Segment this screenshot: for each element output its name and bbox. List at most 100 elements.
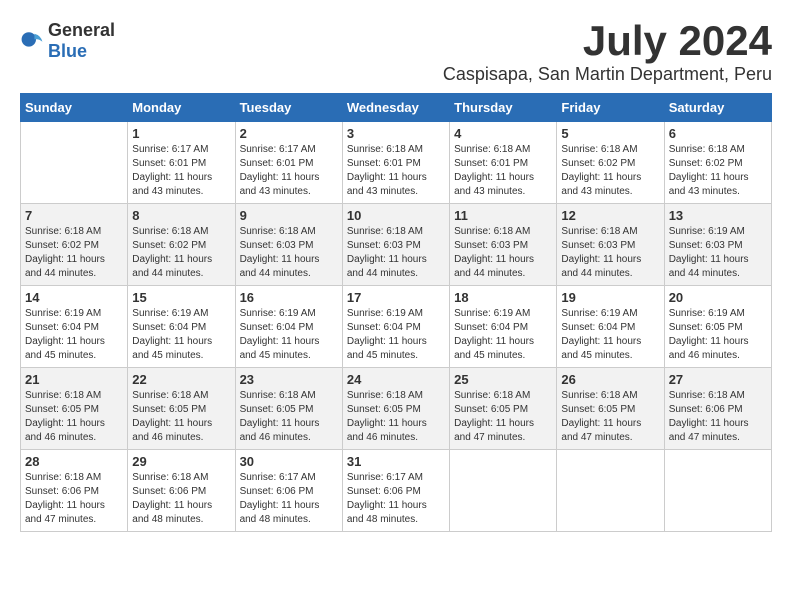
page-header: General Blue July 2024 Caspisapa, San Ma… xyxy=(20,20,772,85)
day-number: 15 xyxy=(132,290,230,305)
day-number: 11 xyxy=(454,208,552,223)
day-info: Sunrise: 6:18 AM Sunset: 6:05 PM Dayligh… xyxy=(561,389,659,445)
day-info: Sunrise: 6:19 AM Sunset: 6:04 PM Dayligh… xyxy=(347,307,445,363)
header-saturday: Saturday xyxy=(664,94,771,122)
day-number: 27 xyxy=(669,372,767,387)
day-info: Sunrise: 6:19 AM Sunset: 6:04 PM Dayligh… xyxy=(25,307,123,363)
day-cell: 22 Sunrise: 6:18 AM Sunset: 6:05 PM Dayli… xyxy=(128,368,235,450)
calendar-header: SundayMondayTuesdayWednesdayThursdayFrid… xyxy=(21,94,772,122)
day-number: 18 xyxy=(454,290,552,305)
day-cell: 19 Sunrise: 6:19 AM Sunset: 6:04 PM Dayli… xyxy=(557,286,664,368)
day-cell xyxy=(450,450,557,532)
day-number: 13 xyxy=(669,208,767,223)
day-info: Sunrise: 6:19 AM Sunset: 6:03 PM Dayligh… xyxy=(669,225,767,281)
day-cell: 6 Sunrise: 6:18 AM Sunset: 6:02 PM Daylig… xyxy=(664,122,771,204)
day-info: Sunrise: 6:19 AM Sunset: 6:04 PM Dayligh… xyxy=(454,307,552,363)
day-cell: 30Sunrise: 6:17 AM Sunset: 6:06 PM Dayli… xyxy=(235,450,342,532)
day-cell: 10 Sunrise: 6:18 AM Sunset: 6:03 PM Dayli… xyxy=(342,204,449,286)
day-number: 19 xyxy=(561,290,659,305)
day-info: Sunrise: 6:18 AM Sunset: 6:03 PM Dayligh… xyxy=(240,225,338,281)
day-info: Sunrise: 6:19 AM Sunset: 6:04 PM Dayligh… xyxy=(240,307,338,363)
logo-blue: Blue xyxy=(48,41,87,61)
day-info: Sunrise: 6:18 AM Sunset: 6:03 PM Dayligh… xyxy=(347,225,445,281)
day-number: 26 xyxy=(561,372,659,387)
day-info: Sunrise: 6:18 AM Sunset: 6:06 PM Dayligh… xyxy=(132,471,230,527)
day-cell: 8 Sunrise: 6:18 AM Sunset: 6:02 PM Daylig… xyxy=(128,204,235,286)
day-number: 5 xyxy=(561,126,659,141)
day-info: Sunrise: 6:18 AM Sunset: 6:05 PM Dayligh… xyxy=(132,389,230,445)
day-cell: 28 Sunrise: 6:18 AM Sunset: 6:06 PM Dayli… xyxy=(21,450,128,532)
day-number: 25 xyxy=(454,372,552,387)
day-number: 9 xyxy=(240,208,338,223)
day-cell: 17Sunrise: 6:19 AM Sunset: 6:04 PM Dayli… xyxy=(342,286,449,368)
calendar-body: 1 Sunrise: 6:17 AM Sunset: 6:01 PM Daylig… xyxy=(21,122,772,532)
day-cell xyxy=(557,450,664,532)
day-number: 3 xyxy=(347,126,445,141)
day-number: 4 xyxy=(454,126,552,141)
day-cell: 24 Sunrise: 6:18 AM Sunset: 6:05 PM Dayli… xyxy=(342,368,449,450)
day-cell: 5 Sunrise: 6:18 AM Sunset: 6:02 PM Daylig… xyxy=(557,122,664,204)
day-number: 24 xyxy=(347,372,445,387)
day-info: Sunrise: 6:18 AM Sunset: 6:01 PM Dayligh… xyxy=(454,143,552,199)
week-row-2: 7Sunrise: 6:18 AM Sunset: 6:02 PM Daylig… xyxy=(21,204,772,286)
header-wednesday: Wednesday xyxy=(342,94,449,122)
day-cell: 14 Sunrise: 6:19 AM Sunset: 6:04 PM Dayli… xyxy=(21,286,128,368)
day-info: Sunrise: 6:18 AM Sunset: 6:06 PM Dayligh… xyxy=(25,471,123,527)
day-info: Sunrise: 6:18 AM Sunset: 6:05 PM Dayligh… xyxy=(347,389,445,445)
day-info: Sunrise: 6:17 AM Sunset: 6:06 PM Dayligh… xyxy=(347,471,445,527)
day-cell: 2 Sunrise: 6:17 AM Sunset: 6:01 PM Daylig… xyxy=(235,122,342,204)
day-info: Sunrise: 6:18 AM Sunset: 6:02 PM Dayligh… xyxy=(561,143,659,199)
day-cell: 1Sunrise: 6:17 AM Sunset: 6:01 PM Daylig… xyxy=(128,122,235,204)
header-monday: Monday xyxy=(128,94,235,122)
day-cell: 12Sunrise: 6:18 AM Sunset: 6:03 PM Dayli… xyxy=(557,204,664,286)
day-number: 16 xyxy=(240,290,338,305)
day-info: Sunrise: 6:19 AM Sunset: 6:04 PM Dayligh… xyxy=(561,307,659,363)
day-info: Sunrise: 6:18 AM Sunset: 6:01 PM Dayligh… xyxy=(347,143,445,199)
day-number: 1 xyxy=(132,126,230,141)
day-number: 31 xyxy=(347,454,445,469)
day-number: 30 xyxy=(240,454,338,469)
week-row-1: 1 Sunrise: 6:17 AM Sunset: 6:01 PM Daylig… xyxy=(21,122,772,204)
day-cell xyxy=(664,450,771,532)
week-row-4: 21 Sunrise: 6:18 AM Sunset: 6:05 PM Dayli… xyxy=(21,368,772,450)
day-cell: 23 Sunrise: 6:18 AM Sunset: 6:05 PM Dayli… xyxy=(235,368,342,450)
month-title: July 2024 xyxy=(443,20,772,62)
location-title: Caspisapa, San Martin Department, Peru xyxy=(443,64,772,85)
day-number: 8 xyxy=(132,208,230,223)
day-info: Sunrise: 6:17 AM Sunset: 6:01 PM Dayligh… xyxy=(240,143,338,199)
day-info: Sunrise: 6:18 AM Sunset: 6:02 PM Dayligh… xyxy=(25,225,123,281)
day-number: 2 xyxy=(240,126,338,141)
day-number: 28 xyxy=(25,454,123,469)
day-info: Sunrise: 6:18 AM Sunset: 6:02 PM Dayligh… xyxy=(669,143,767,199)
day-number: 20 xyxy=(669,290,767,305)
day-number: 10 xyxy=(347,208,445,223)
day-cell xyxy=(21,122,128,204)
day-number: 21 xyxy=(25,372,123,387)
day-cell: 16 Sunrise: 6:19 AM Sunset: 6:04 PM Dayli… xyxy=(235,286,342,368)
day-cell: 27Sunrise: 6:18 AM Sunset: 6:06 PM Dayli… xyxy=(664,368,771,450)
day-cell: 11Sunrise: 6:18 AM Sunset: 6:03 PM Dayli… xyxy=(450,204,557,286)
day-number: 29 xyxy=(132,454,230,469)
header-friday: Friday xyxy=(557,94,664,122)
day-cell: 18 Sunrise: 6:19 AM Sunset: 6:04 PM Dayli… xyxy=(450,286,557,368)
day-cell: 20Sunrise: 6:19 AM Sunset: 6:05 PM Dayli… xyxy=(664,286,771,368)
day-number: 6 xyxy=(669,126,767,141)
day-number: 12 xyxy=(561,208,659,223)
day-cell: 13 Sunrise: 6:19 AM Sunset: 6:03 PM Dayli… xyxy=(664,204,771,286)
logo: General Blue xyxy=(20,20,115,62)
day-info: Sunrise: 6:18 AM Sunset: 6:05 PM Dayligh… xyxy=(240,389,338,445)
logo-general: General xyxy=(48,20,115,40)
day-number: 22 xyxy=(132,372,230,387)
day-number: 23 xyxy=(240,372,338,387)
header-tuesday: Tuesday xyxy=(235,94,342,122)
day-info: Sunrise: 6:19 AM Sunset: 6:04 PM Dayligh… xyxy=(132,307,230,363)
day-cell: 21Sunrise: 6:18 AM Sunset: 6:05 PM Dayli… xyxy=(21,368,128,450)
header-row: SundayMondayTuesdayWednesdayThursdayFrid… xyxy=(21,94,772,122)
day-cell: 26 Sunrise: 6:18 AM Sunset: 6:05 PM Dayli… xyxy=(557,368,664,450)
day-cell: 3 Sunrise: 6:18 AM Sunset: 6:01 PM Daylig… xyxy=(342,122,449,204)
day-cell: 9 Sunrise: 6:18 AM Sunset: 6:03 PM Daylig… xyxy=(235,204,342,286)
day-number: 14 xyxy=(25,290,123,305)
day-info: Sunrise: 6:18 AM Sunset: 6:05 PM Dayligh… xyxy=(454,389,552,445)
day-cell: 29 Sunrise: 6:18 AM Sunset: 6:06 PM Dayli… xyxy=(128,450,235,532)
day-info: Sunrise: 6:18 AM Sunset: 6:02 PM Dayligh… xyxy=(132,225,230,281)
